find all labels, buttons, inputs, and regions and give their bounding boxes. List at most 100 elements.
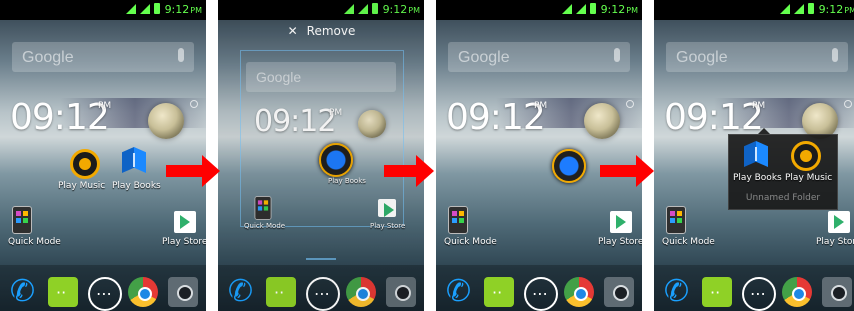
quick-mode-icon[interactable]: [448, 206, 468, 234]
search-placeholder: Google: [458, 49, 510, 66]
signal-icon: [794, 4, 804, 14]
play-store-icon[interactable]: [610, 211, 632, 233]
chrome-icon[interactable]: [564, 277, 594, 307]
messaging-icon[interactable]: [266, 277, 296, 307]
messaging-icon[interactable]: [48, 277, 78, 307]
search-placeholder: Google: [22, 49, 74, 66]
dock: [0, 265, 206, 311]
arrow-icon: [600, 155, 654, 187]
clock-widget[interactable]: 09:12 PM: [664, 97, 765, 138]
arrow-icon: [166, 155, 220, 187]
search-placeholder: Google: [256, 69, 302, 85]
play-store-label: Play Store: [162, 237, 206, 247]
google-search-bar[interactable]: Google: [666, 42, 848, 72]
microphone-icon[interactable]: [832, 48, 838, 62]
battery-icon: [808, 3, 814, 14]
status-bar: 9:12PM: [436, 0, 642, 20]
status-time: 9:12PM: [818, 3, 854, 16]
quick-mode-label: Quick Mode: [244, 222, 286, 230]
google-search-bar[interactable]: Google: [12, 42, 194, 72]
status-time: 9:12PM: [600, 3, 638, 16]
signal-icon: [140, 4, 150, 14]
quick-mode-label: Quick Mode: [8, 237, 61, 247]
chrome-icon[interactable]: [782, 277, 812, 307]
folder-icon[interactable]: [552, 149, 586, 183]
dock: [218, 265, 424, 311]
signal-icon: [126, 4, 136, 14]
app-drawer-icon[interactable]: [306, 277, 340, 311]
app-drawer-icon[interactable]: [742, 277, 776, 311]
quick-mode-label: Quick Mode: [662, 237, 715, 247]
home-screen-panel-3: 9:12PM Google 09:12 PM Quick Mode Play St…: [436, 0, 642, 311]
close-icon: [287, 24, 299, 38]
quick-mode-icon[interactable]: [254, 196, 272, 220]
moon-weather-icon: [358, 110, 386, 138]
play-store-label: Play Store: [816, 237, 854, 247]
battery-icon: [372, 3, 378, 14]
play-music-icon[interactable]: [791, 141, 821, 171]
arrow-icon: [384, 155, 434, 187]
phone-icon[interactable]: [662, 274, 692, 309]
play-store-icon[interactable]: [174, 211, 196, 233]
home-screen-panel-1: 9:12PM Google 09:12 PM Play Music Play Bo…: [0, 0, 206, 311]
camera-icon[interactable]: [386, 277, 416, 307]
quick-mode-label: Quick Mode: [444, 237, 497, 247]
dock: [436, 265, 642, 311]
status-bar: 9:12PM: [218, 0, 424, 20]
remove-drop-target[interactable]: Remove: [218, 24, 424, 52]
play-books-label: Play Books: [112, 181, 161, 191]
home-screen-panel-4: 9:12PM Google 09:12 PM Play Books Play Mu…: [654, 0, 854, 311]
signal-icon: [358, 4, 368, 14]
weather-small-icon: [190, 100, 198, 108]
signal-icon: [576, 4, 586, 14]
signal-icon: [780, 4, 790, 14]
home-screen-panel-2: 9:12PM Remove Google 09:12PM Play Books …: [218, 0, 424, 311]
phone-icon[interactable]: [444, 274, 474, 309]
play-music-icon[interactable]: [70, 149, 100, 179]
folder-name-field[interactable]: Unnamed Folder: [729, 193, 837, 203]
google-search-bar[interactable]: Google: [448, 42, 630, 72]
play-books-icon[interactable]: [744, 141, 768, 167]
dock: [654, 265, 854, 311]
dragged-icon-stack[interactable]: [319, 143, 353, 177]
signal-icon: [344, 4, 354, 14]
moon-weather-icon: [148, 103, 184, 139]
quick-mode-icon[interactable]: [12, 206, 32, 234]
weather-small-icon: [626, 100, 634, 108]
play-music-label: Play Music: [785, 173, 833, 183]
camera-icon[interactable]: [822, 277, 852, 307]
chrome-icon[interactable]: [128, 277, 158, 307]
messaging-icon[interactable]: [484, 277, 514, 307]
play-store-icon[interactable]: [378, 199, 396, 217]
clock-widget[interactable]: 09:12 PM: [10, 97, 111, 138]
chrome-icon[interactable]: [346, 277, 376, 307]
folder-popup: Play Books Play Music Unnamed Folder: [728, 134, 838, 210]
play-store-label: Play Store: [370, 222, 406, 230]
play-store-label: Play Store: [598, 237, 642, 247]
battery-icon: [154, 3, 160, 14]
play-music-label: Play Music: [58, 181, 106, 191]
camera-icon[interactable]: [604, 277, 634, 307]
clock-widget[interactable]: 09:12 PM: [254, 104, 342, 139]
status-bar: 9:12PM: [0, 0, 206, 20]
play-books-label: Play Books: [328, 177, 366, 185]
play-books-label: Play Books: [733, 173, 782, 183]
app-drawer-icon[interactable]: [88, 277, 122, 311]
microphone-icon[interactable]: [178, 48, 184, 62]
play-books-icon[interactable]: [122, 147, 146, 173]
clock-widget[interactable]: 09:12 PM: [446, 97, 547, 138]
camera-icon[interactable]: [168, 277, 198, 307]
phone-icon[interactable]: [226, 274, 256, 309]
status-bar: 9:12PM: [654, 0, 854, 20]
signal-icon: [562, 4, 572, 14]
page-indicator: [306, 258, 336, 260]
microphone-icon[interactable]: [614, 48, 620, 62]
status-time: 9:12PM: [382, 3, 420, 16]
google-search-bar[interactable]: Google: [246, 62, 396, 92]
search-placeholder: Google: [676, 49, 728, 66]
quick-mode-icon[interactable]: [666, 206, 686, 234]
app-drawer-icon[interactable]: [524, 277, 558, 311]
phone-icon[interactable]: [8, 274, 38, 309]
play-store-icon[interactable]: [828, 211, 850, 233]
messaging-icon[interactable]: [702, 277, 732, 307]
